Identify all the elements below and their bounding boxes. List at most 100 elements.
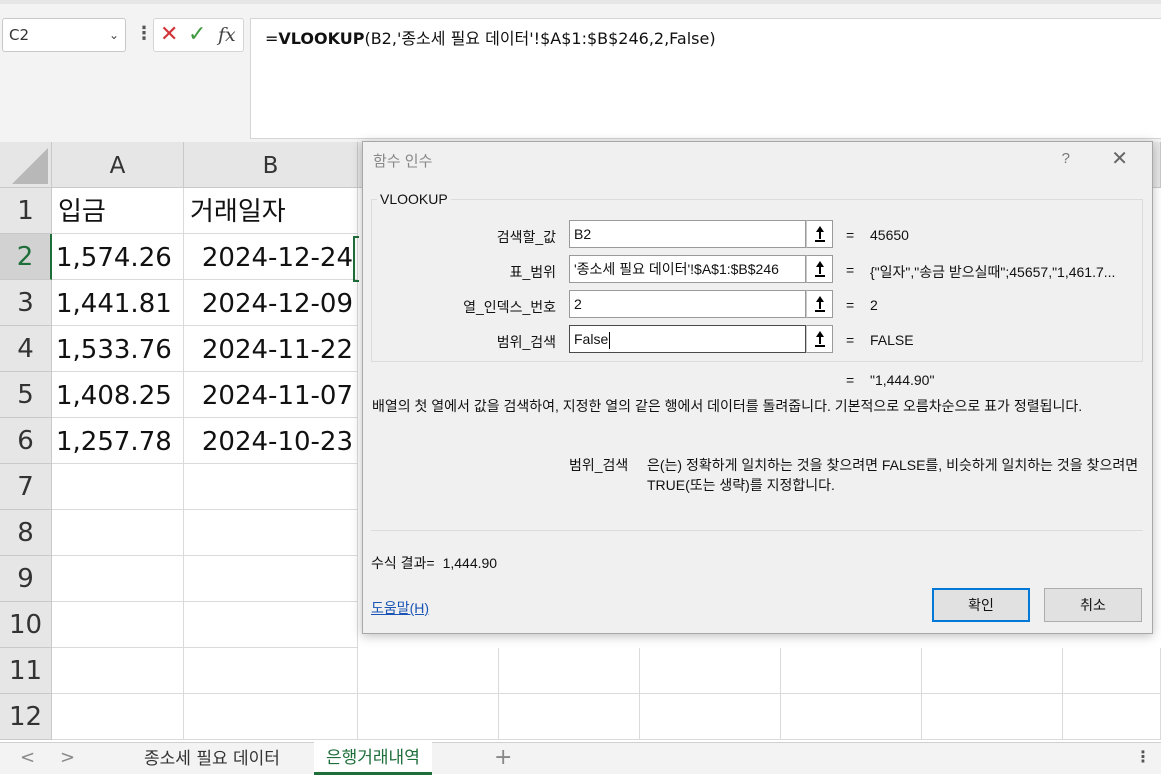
arg-input-table-array[interactable]: '종소세 필요 데이터'!$A$1:$B$246 <box>569 255 806 283</box>
equals-sign: = <box>846 297 855 313</box>
cancel-button[interactable]: 취소 <box>1044 588 1142 622</box>
column-header-a[interactable]: A <box>52 142 184 188</box>
sheet-tab[interactable]: 종소세 필요 데이터 <box>132 743 292 774</box>
cell[interactable] <box>781 694 922 740</box>
cell-a2[interactable]: 1,574.26 <box>52 234 184 280</box>
cell[interactable] <box>52 648 184 694</box>
cell-b4[interactable]: 2024-11-22 <box>184 326 358 372</box>
ok-button[interactable]: 확인 <box>932 588 1030 622</box>
row-header[interactable]: 9 <box>0 556 52 602</box>
row-header[interactable]: 4 <box>0 326 52 372</box>
cell[interactable] <box>781 648 922 694</box>
row-header[interactable]: 5 <box>0 372 52 418</box>
cell-a1[interactable]: 입금 <box>52 188 184 234</box>
collapse-dialog-icon[interactable] <box>806 220 833 248</box>
cell-b2[interactable]: 2024-12-24 <box>184 234 358 280</box>
row-header[interactable]: 7 <box>0 464 52 510</box>
close-icon[interactable]: ✕ <box>1111 146 1128 171</box>
cell-a3[interactable]: 1,441.81 <box>52 280 184 326</box>
cell[interactable] <box>52 464 184 510</box>
dialog-title: 함수 인수 <box>373 153 433 170</box>
cell[interactable] <box>52 602 184 648</box>
formula-result: 수식 결과= 1,444.90 <box>371 553 497 573</box>
row-header[interactable]: 11 <box>0 648 52 694</box>
add-sheet-icon[interactable]: + <box>494 745 512 770</box>
cell[interactable] <box>184 648 358 694</box>
cell[interactable] <box>922 648 1063 694</box>
row-header[interactable]: 2 <box>0 234 52 280</box>
row-header[interactable]: 8 <box>0 510 52 556</box>
equals-sign: = <box>846 332 855 348</box>
arg-input-col-index[interactable]: 2 <box>569 290 806 318</box>
arg-value: B2 <box>574 226 592 242</box>
enter-icon[interactable]: ✓ <box>188 21 206 49</box>
cell-a4[interactable]: 1,533.76 <box>52 326 184 372</box>
cell[interactable] <box>1063 648 1161 694</box>
row-header[interactable]: 6 <box>0 418 52 464</box>
row-header[interactable]: 12 <box>0 694 52 740</box>
text-caret <box>609 331 611 349</box>
arg-input-lookup-value[interactable]: B2 <box>569 220 806 248</box>
function-result-preview: "1,444.90" <box>870 372 935 388</box>
arg-label-col-index: 열_인덱스_번호 <box>463 299 556 315</box>
arg-description: 은(는) 정확하게 일치하는 것을 찾으려면 FALSE를, 비슷하게 일치하는… <box>647 457 1139 493</box>
cell[interactable] <box>52 694 184 740</box>
collapse-dialog-icon[interactable] <box>806 255 833 283</box>
help-link[interactable]: 도움말(H) <box>371 598 429 618</box>
row-header[interactable]: 1 <box>0 188 52 234</box>
row-header[interactable]: 3 <box>0 280 52 326</box>
arg-result: 45650 <box>870 227 909 243</box>
more-options-icon[interactable]: ⋮ <box>1135 747 1151 766</box>
cell[interactable] <box>184 510 358 556</box>
cell-b5[interactable]: 2024-11-07 <box>184 372 358 418</box>
select-all-button[interactable] <box>0 142 52 188</box>
collapse-dialog-icon[interactable] <box>806 290 833 318</box>
cell-a6[interactable]: 1,257.78 <box>52 418 184 464</box>
chevron-down-icon[interactable]: ⌄ <box>109 19 119 51</box>
equals-sign: = <box>846 262 855 278</box>
arg-label-range-lookup: 범위_검색 <box>496 334 556 350</box>
cell-b1[interactable]: 거래일자 <box>184 188 358 234</box>
arg-result: {"일자","송금 받으실때";45657,"1,461.7... <box>870 264 1116 280</box>
active-cell-border <box>353 236 359 282</box>
cell[interactable] <box>640 694 781 740</box>
sheet-tabs-bar: < > 종소세 필요 데이터 은행거래내역 + ⋮ <box>0 742 1161 775</box>
cell[interactable] <box>184 556 358 602</box>
cell[interactable] <box>358 648 499 694</box>
equals-sign: = <box>846 227 855 243</box>
insert-function-icon[interactable]: fx <box>218 21 236 49</box>
column-header-b[interactable]: B <box>184 142 358 188</box>
cell[interactable] <box>184 694 358 740</box>
collapse-dialog-icon[interactable] <box>806 325 833 353</box>
cell[interactable] <box>1063 694 1161 740</box>
cell[interactable] <box>358 694 499 740</box>
cell[interactable] <box>52 556 184 602</box>
cell[interactable] <box>184 464 358 510</box>
sheet-tab-active[interactable]: 은행거래내역 <box>314 742 432 775</box>
formula-bar: C2 ⌄ ⋮ ✕ ✓ fx =VLOOKUP(B2,'종소세 필요 데이터'!$… <box>0 4 1161 142</box>
cell[interactable] <box>499 648 640 694</box>
formula-prefix: = <box>265 29 279 48</box>
more-options-icon[interactable]: ⋮ <box>135 24 153 44</box>
name-box[interactable]: C2 ⌄ <box>2 18 126 52</box>
cancel-icon[interactable]: ✕ <box>160 21 178 49</box>
name-box-value: C2 <box>9 26 30 44</box>
cell[interactable] <box>922 694 1063 740</box>
function-arguments-dialog: 함수 인수 ? ✕ VLOOKUP 검색할_값 B2 = 45650 표_범위 … <box>362 141 1153 634</box>
help-icon[interactable]: ? <box>1062 150 1070 167</box>
cell[interactable] <box>640 648 781 694</box>
cell-b6[interactable]: 2024-10-23 <box>184 418 358 464</box>
cell[interactable] <box>499 694 640 740</box>
chevron-right-icon[interactable]: > <box>60 747 75 768</box>
cell-a5[interactable]: 1,408.25 <box>52 372 184 418</box>
chevron-left-icon[interactable]: < <box>20 747 35 768</box>
arg-input-range-lookup[interactable]: False <box>569 325 806 353</box>
arg-result: FALSE <box>870 332 914 348</box>
arg-value: False <box>574 331 609 347</box>
cell[interactable] <box>52 510 184 556</box>
cell[interactable] <box>184 602 358 648</box>
row-header[interactable]: 10 <box>0 602 52 648</box>
cell-b3[interactable]: 2024-12-09 <box>184 280 358 326</box>
arg-result: 2 <box>870 297 878 313</box>
formula-input[interactable]: =VLOOKUP(B2,'종소세 필요 데이터'!$A$1:$B$246,2,F… <box>250 18 1161 139</box>
